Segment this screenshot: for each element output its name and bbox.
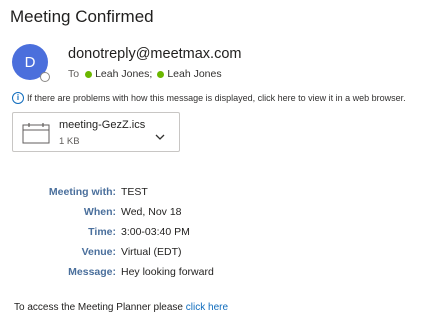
attachment-size: 1 KB — [59, 136, 80, 147]
calendar-file-icon — [22, 122, 50, 149]
detail-value: Virtual (EDT) — [121, 246, 182, 258]
presence-status-icon — [40, 72, 50, 82]
detail-row: Message: Hey looking forward — [0, 266, 444, 280]
detail-value: Hey looking forward — [121, 266, 214, 278]
meeting-planner-link[interactable]: click here — [186, 302, 228, 313]
email-subject: Meeting Confirmed — [10, 7, 154, 26]
recipient-separator: ; — [149, 68, 153, 80]
sender-email[interactable]: donotreply@meetmax.com — [68, 46, 241, 62]
detail-row: Venue: Virtual (EDT) — [0, 246, 444, 260]
avatar-initial: D — [24, 53, 36, 71]
recipient[interactable]: Leah Jones — [85, 68, 149, 80]
detail-label: Time: — [88, 226, 116, 238]
footer-prefix: To access the Meeting Planner please — [14, 302, 183, 313]
detail-row: When: Wed, Nov 18 — [0, 206, 444, 220]
presence-available-icon — [157, 70, 165, 78]
detail-value: Wed, Nov 18 — [121, 206, 182, 218]
footer-text: To access the Meeting Planner please cli… — [14, 302, 228, 313]
to-label: To — [68, 68, 80, 80]
detail-value: TEST — [121, 186, 148, 198]
detail-label: Venue: — [81, 246, 116, 258]
infobar-text: If there are problems with how this mess… — [27, 93, 406, 103]
recipients-line: To Leah Jones ; Leah Jones — [68, 68, 222, 80]
recipient-name: Leah Jones — [95, 68, 150, 80]
info-icon: i — [12, 92, 24, 104]
recipient-name: Leah Jones — [167, 68, 222, 80]
presence-available-icon — [85, 70, 93, 78]
attachment-name: meeting-GezZ.ics — [59, 119, 146, 131]
detail-value: 3:00-03:40 PM — [121, 226, 190, 238]
attachment-card[interactable]: meeting-GezZ.ics 1 KB — [12, 112, 180, 152]
detail-label: When: — [83, 206, 116, 218]
chevron-down-icon[interactable] — [155, 128, 165, 146]
detail-row: Time: 3:00-03:40 PM — [0, 226, 444, 240]
recipient[interactable]: Leah Jones — [157, 68, 222, 80]
display-problem-infobar[interactable]: i If there are problems with how this me… — [12, 92, 406, 104]
detail-label: Message: — [68, 266, 116, 278]
detail-label: Meeting with: — [48, 186, 116, 198]
detail-row: Meeting with: TEST — [0, 186, 444, 200]
